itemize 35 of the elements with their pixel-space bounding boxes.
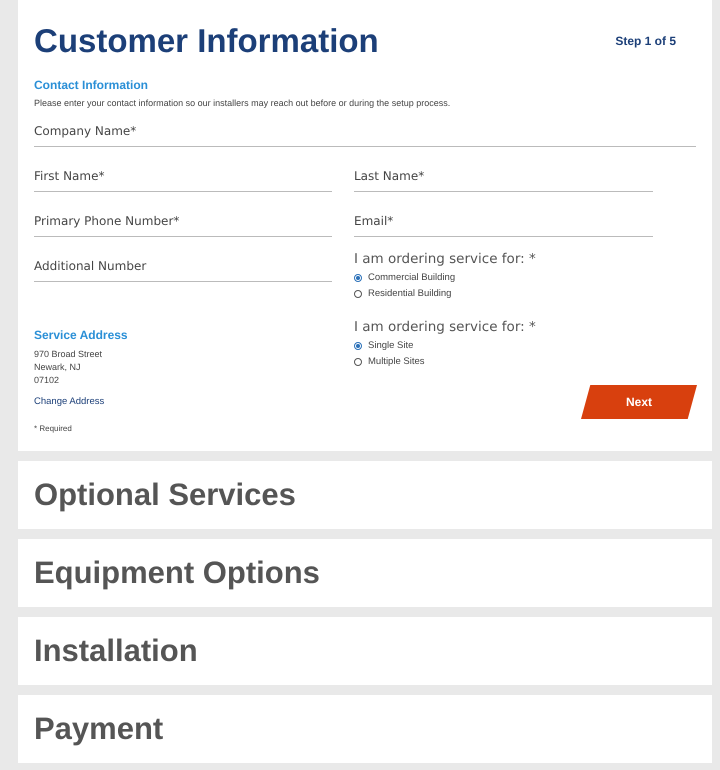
change-address-link[interactable]: Change Address bbox=[34, 396, 104, 407]
radio-label[interactable]: Multiple Sites bbox=[368, 356, 424, 367]
company-name-field[interactable]: Company Name* bbox=[34, 114, 696, 147]
collapsed-section[interactable]: Payment bbox=[18, 695, 712, 763]
step-indicator: Step 1 of 5 bbox=[615, 34, 676, 48]
radio-button[interactable] bbox=[354, 290, 362, 298]
address-line: Newark, NJ bbox=[34, 362, 81, 372]
address-line: 970 Broad Street bbox=[34, 349, 102, 359]
address-line: 07102 bbox=[34, 375, 60, 385]
section-heading: Contact Information bbox=[34, 78, 149, 92]
service-address-heading: Service Address bbox=[34, 328, 128, 342]
radio-label[interactable]: Single Site bbox=[368, 340, 414, 351]
section-title[interactable]: Payment bbox=[34, 711, 164, 747]
collapsed-section[interactable]: Optional Services bbox=[18, 461, 712, 529]
radio-group-label: I am ordering service for: * bbox=[354, 319, 537, 335]
section-title[interactable]: Installation bbox=[34, 633, 198, 669]
radio-button[interactable] bbox=[354, 342, 362, 350]
input-field[interactable]: Primary Phone Number* bbox=[34, 204, 332, 237]
collapsed-section[interactable]: Equipment Options bbox=[18, 539, 712, 607]
input-field[interactable]: First Name* bbox=[34, 159, 332, 192]
input-field[interactable]: Last Name* bbox=[354, 159, 653, 192]
section-title[interactable]: Optional Services bbox=[34, 477, 296, 513]
radio-button[interactable] bbox=[354, 358, 362, 366]
input-field[interactable]: Email* bbox=[354, 204, 653, 237]
instruction-text: Please enter your contact information so our installers may reach out before or during the setup process. bbox=[34, 98, 452, 108]
radio-group-label: I am ordering service for: * bbox=[354, 251, 537, 267]
section-title[interactable]: Equipment Options bbox=[34, 555, 320, 591]
input-field[interactable]: Additional Number bbox=[34, 249, 332, 282]
required-note: * Required bbox=[34, 424, 72, 433]
collapsed-section[interactable]: Installation bbox=[18, 617, 712, 685]
radio-button[interactable] bbox=[354, 274, 362, 282]
radio-label[interactable]: Residential Building bbox=[368, 288, 452, 299]
next-button[interactable]: Next bbox=[581, 385, 697, 419]
radio-label[interactable]: Commercial Building bbox=[368, 272, 456, 283]
page-title: Customer Information bbox=[34, 22, 379, 60]
